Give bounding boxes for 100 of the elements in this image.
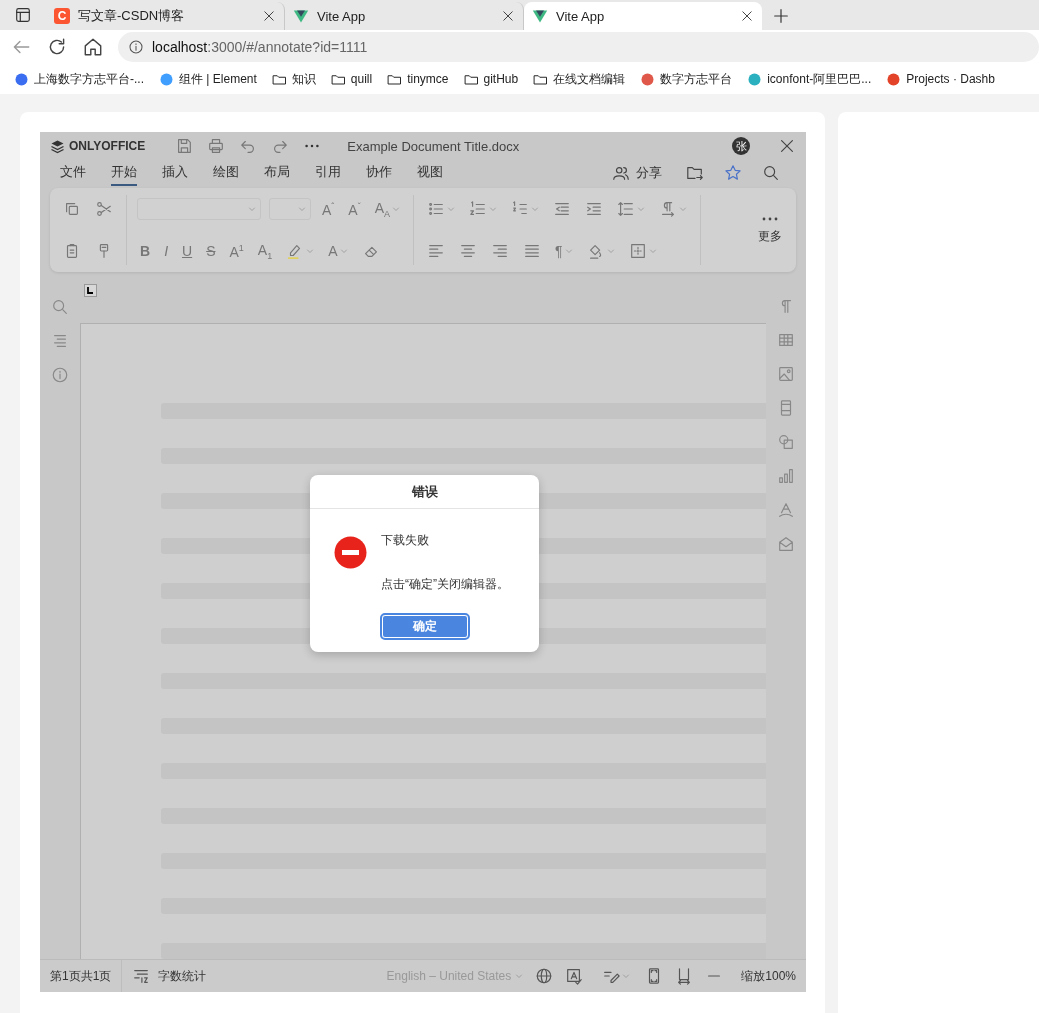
bookmark[interactable]: iconfont-阿里巴巴...	[747, 70, 872, 88]
menu-tab[interactable]: 视图	[417, 160, 443, 186]
text-art-icon[interactable]	[777, 501, 795, 519]
people-icon	[612, 164, 630, 182]
caret-icon	[392, 205, 401, 213]
menu-tab[interactable]: 文件	[60, 160, 86, 186]
error-message: 下载失败	[381, 532, 430, 549]
tab-title: Vite App	[556, 8, 606, 24]
zoom-level: 缩放100%	[741, 967, 796, 985]
user-avatar[interactable]: 张	[732, 137, 750, 155]
caret-icon	[306, 247, 315, 255]
spellcheck-icon[interactable]	[565, 967, 584, 985]
site-logo-icon: C	[54, 8, 70, 24]
chart-icon[interactable]	[777, 467, 795, 485]
bookmark-label: tinymce	[407, 72, 449, 86]
bookmark-label: 上海数字方志平台-...	[34, 70, 144, 88]
more-button[interactable]: 更多	[754, 215, 786, 245]
bookmark[interactable]: gitHub	[463, 71, 519, 87]
bookmark-label: Projects · Dashb	[906, 72, 995, 86]
bookmark-label: 在线文档编辑	[553, 70, 626, 88]
tab-actions-icon[interactable]	[14, 6, 32, 24]
bookmark[interactable]: 知识	[271, 70, 316, 88]
search-icon[interactable]	[762, 164, 780, 182]
menu-tab[interactable]: 引用	[315, 160, 341, 186]
bookmark[interactable]: 组件 | Element	[159, 70, 257, 88]
close-icon[interactable]	[740, 9, 754, 23]
font-name-field[interactable]	[137, 198, 261, 220]
align-right-icon[interactable]	[491, 242, 510, 260]
table-icon[interactable]	[777, 331, 795, 349]
layers-logo-icon	[50, 138, 65, 154]
v-logo-icon	[293, 8, 309, 24]
close-icon[interactable]	[501, 9, 515, 23]
scissors-icon[interactable]	[95, 200, 113, 218]
error-hint: 点击“确定”关闭编辑器。	[381, 576, 509, 593]
print-icon[interactable]	[207, 137, 226, 155]
align-center-icon[interactable]	[459, 242, 478, 260]
share-button[interactable]: 分享	[612, 164, 662, 182]
caret-icon	[447, 205, 456, 213]
bookmark[interactable]: quill	[330, 71, 373, 87]
caret-icon	[637, 205, 646, 213]
dialog-title: 错误	[310, 475, 539, 509]
caret-icon	[648, 247, 657, 255]
menu-tab[interactable]: 布局	[264, 160, 290, 186]
error-icon	[334, 536, 367, 569]
bookmark[interactable]: Projects · Dashb	[886, 71, 995, 87]
document-title: Example Document Title.docx	[347, 138, 521, 154]
caret-icon	[489, 205, 498, 213]
browser-tab[interactable]: Vite App	[524, 2, 762, 30]
mail-icon[interactable]	[777, 535, 795, 553]
menu-tab[interactable]: 开始	[111, 160, 137, 186]
bookmark-label: quill	[350, 72, 373, 86]
close-icon[interactable]	[262, 9, 276, 23]
bookmark[interactable]: 数字方志平台	[640, 70, 733, 88]
home-icon[interactable]	[82, 36, 104, 58]
justify-icon[interactable]	[523, 242, 542, 260]
v-logo-icon	[532, 8, 548, 24]
menu-tab[interactable]: 协作	[366, 160, 392, 186]
save-icon[interactable]	[175, 137, 194, 155]
image-icon[interactable]	[777, 365, 795, 383]
copy-icon[interactable]	[63, 200, 81, 218]
caret-icon	[679, 205, 688, 213]
shapes-icon[interactable]	[777, 433, 795, 451]
tab-stop-icon[interactable]	[84, 284, 97, 297]
menu-tab[interactable]: 绘图	[213, 160, 239, 186]
line-spacing-icon	[617, 200, 636, 218]
tab-title: Vite App	[317, 8, 367, 24]
address-field[interactable]: localhost:3000/#/annotate?id=1111	[118, 32, 1039, 62]
indent-icon[interactable]	[585, 200, 604, 218]
caret-icon	[531, 205, 540, 213]
bookmark-label: iconfont-阿里巴巴...	[767, 70, 872, 88]
bookmark[interactable]: 上海数字方志平台-...	[14, 70, 144, 88]
app-logo-text: ONLYOFFICE	[69, 139, 146, 153]
font-size-field[interactable]	[269, 198, 311, 220]
caret-icon	[606, 247, 615, 255]
menu-tab[interactable]: 插入	[162, 160, 188, 186]
bookmark[interactable]: 在线文档编辑	[533, 70, 626, 88]
bookmark-label: gitHub	[483, 72, 519, 86]
browser-tab[interactable]: C 写文章-CSDN博客	[46, 2, 285, 30]
ok-button[interactable]: 确定	[381, 615, 468, 638]
outdent-icon[interactable]	[553, 200, 572, 218]
ellipsis-icon	[761, 215, 779, 222]
word-count-label[interactable]: 字数统计	[158, 967, 207, 985]
star-icon[interactable]	[724, 164, 742, 182]
new-tab-icon[interactable]	[772, 7, 790, 25]
close-icon[interactable]	[778, 137, 796, 155]
caret-icon	[298, 205, 306, 213]
page-count: 第1页共1页	[50, 967, 112, 985]
word-count-icon[interactable]	[132, 967, 151, 985]
folder-icon[interactable]	[686, 164, 704, 182]
globe-icon[interactable]	[535, 967, 554, 985]
align-left-icon[interactable]	[427, 242, 446, 260]
bookmark-label: 组件 | Element	[179, 70, 257, 88]
tab-title: 写文章-CSDN博客	[78, 7, 186, 25]
bookmark[interactable]: tinymce	[387, 71, 449, 87]
caret-icon	[248, 205, 256, 213]
bullet-list-icon	[427, 200, 446, 218]
numbered-list-icon	[469, 200, 488, 218]
info-icon[interactable]	[128, 39, 144, 55]
bookmark-label: 数字方志平台	[660, 70, 733, 88]
headings-icon[interactable]	[51, 332, 69, 350]
